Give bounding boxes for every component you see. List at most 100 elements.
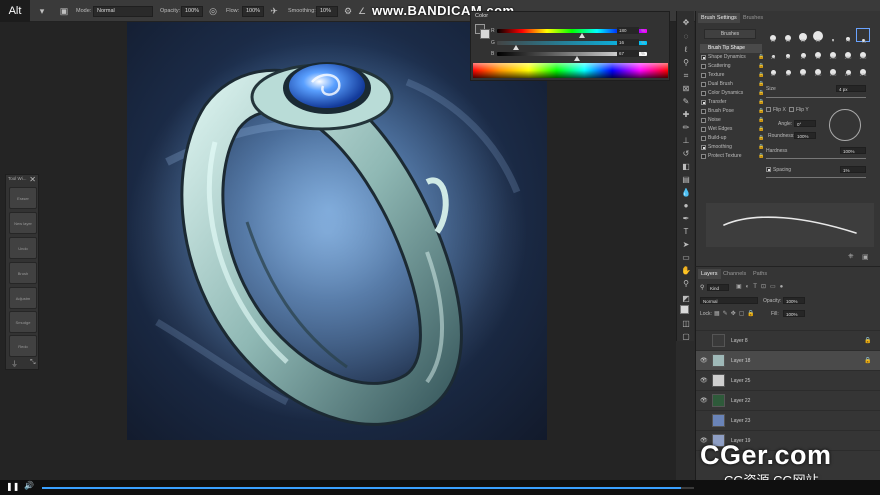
brush-setting-item[interactable]: Wet Edges 🔒 [700,125,764,134]
volume-icon[interactable]: 🔊 [24,481,34,490]
brushes-button[interactable]: Brushes [704,29,756,39]
resize-icon[interactable]: ⤡ [30,359,36,367]
angle-roundness-dial[interactable] [829,109,861,141]
brush-setting-checkbox[interactable] [701,64,706,69]
pressure-opacity-icon[interactable]: ◎ [207,5,219,17]
brush-setting-checkbox[interactable] [701,118,706,123]
screen-mode-icon[interactable]: ▢ [680,331,692,342]
size-field[interactable]: 4 px [836,85,866,92]
brush-tip-preset[interactable]: 100 [811,62,825,77]
brush-tip-preset[interactable]: 127 [841,62,855,77]
brush-settings-toggle-icon[interactable]: ▣ [58,5,70,17]
foreground-color-icon[interactable] [680,305,689,314]
hand-tool-icon[interactable]: ✋ [680,265,692,276]
lock-icon[interactable]: 🔒 [758,62,764,71]
lock-icon[interactable]: 🔒 [758,152,764,161]
slider-value-g[interactable]: 16 [617,39,639,46]
layer-row-partial[interactable] [696,320,880,331]
brush-setting-checkbox[interactable] [701,100,706,105]
brush-tip-preset[interactable]: 60 [796,62,810,77]
float-button-adjustments[interactable]: Adjustm [9,287,37,309]
document-canvas[interactable] [127,22,547,440]
lock-icon[interactable]: 🔒 [758,71,764,80]
slider-value-b[interactable]: 67 [617,50,639,57]
lock-icon[interactable]: 🔒 [758,89,764,98]
visibility-eye-icon[interactable]: 👁 [700,377,708,384]
hardness-field[interactable]: 100% [840,147,866,154]
brush-tip-preset[interactable]: 250 [856,45,870,60]
lock-icon[interactable]: 🔒 [758,107,764,116]
brush-tip-preset[interactable]: 15 [856,28,870,44]
brush-setting-checkbox[interactable] [701,136,706,141]
brush-tool-icon[interactable]: ✏ [680,122,692,133]
pin-icon[interactable]: ⏚ [11,359,18,369]
brush-setting-item[interactable]: Shape Dynamics 🔒 [700,53,764,62]
new-brush-icon[interactable]: ⎈ [848,253,854,261]
brush-tip-preset[interactable]: 25 [781,28,795,43]
brush-setting-item[interactable]: Protect Texture 🔒 [700,152,764,161]
brush-setting-checkbox[interactable] [701,55,706,60]
tab-channels[interactable]: Channels [720,269,749,279]
brush-tip-preset[interactable]: 70 [841,28,855,43]
layer-row[interactable]: 👁 Layer 25 [696,371,880,391]
flip-y-checkbox[interactable] [789,107,794,112]
dodge-tool-icon[interactable]: ● [680,200,692,211]
float-button-smudge[interactable]: Smudge [9,311,37,333]
brush-tip-preset[interactable]: 250 [841,45,855,60]
spacing-field[interactable]: 1% [840,166,866,173]
lock-icon[interactable]: 🔒 [758,134,764,143]
brush-tip-preset[interactable]: 25 [796,45,810,60]
frame-tool-icon[interactable]: ⊠ [680,83,692,94]
brush-setting-item[interactable]: Dual Brush 🔒 [700,80,764,89]
angle-icon[interactable]: ∠ [356,5,368,17]
zoom-tool-icon[interactable]: ⚲ [680,278,692,289]
float-button-brush[interactable]: Brush [9,262,37,284]
brush-tip-preset[interactable]: 50 [781,62,795,77]
clone-stamp-tool-icon[interactable]: ⊥ [680,135,692,146]
lock-icon[interactable]: 🔒 [758,53,764,62]
brush-setting-item[interactable]: Brush Pose 🔒 [700,107,764,116]
type-tool-icon[interactable]: T [680,226,692,237]
crop-tool-icon[interactable]: ⌗ [680,70,692,81]
lock-icon[interactable]: 🔒 [758,80,764,89]
brush-setting-checkbox[interactable] [701,145,706,150]
float-button-new-layer[interactable]: New layer [9,212,37,234]
healing-tool-icon[interactable]: ✚ [680,109,692,120]
float-button-eraser[interactable]: Eraser [9,187,37,209]
marquee-tool-icon[interactable]: ◌ [680,31,692,42]
filter-type-icons[interactable]: ▣◐T⊡▭● [736,283,787,290]
brush-tip-preset[interactable]: 100 [826,62,840,77]
pen-tool-icon[interactable]: ✒ [680,213,692,224]
brush-setting-checkbox[interactable] [701,82,706,87]
lock-icon[interactable]: 🔒 [758,125,764,134]
brush-preset-icon[interactable]: ▾ [36,5,48,17]
brush-setting-checkbox[interactable] [701,154,706,159]
gear-icon[interactable]: ⚙ [342,5,354,17]
brush-tip-preset[interactable]: 25 [796,28,810,43]
visibility-eye-icon[interactable]: 👁 [700,357,708,364]
angle-field[interactable]: 0° [794,120,816,127]
flow-field[interactable]: 100% [242,6,264,17]
eyedropper-tool-icon[interactable]: ✎ [680,96,692,107]
brush-setting-item[interactable]: Transfer 🔒 [700,98,764,107]
rectangle-tool-icon[interactable]: ▭ [680,252,692,263]
layer-row[interactable]: 👁 Layer 22 [696,391,880,411]
tab-layers[interactable]: Layers [698,269,721,279]
brush-tip-preset[interactable]: 50 [766,62,780,77]
quick-select-tool-icon[interactable]: ⚲ [680,57,692,68]
tab-brushes[interactable]: Brushes [740,13,766,23]
visibility-eye-icon[interactable]: 👁 [700,397,708,404]
brush-tip-preset[interactable]: 278 [856,62,870,77]
float-button-undo[interactable]: Undo [9,237,37,259]
kind-filter-dropdown[interactable]: Kind [707,284,729,291]
close-icon[interactable]: ✕ [29,175,36,184]
spacing-checkbox[interactable] [766,167,771,172]
spacing-slider[interactable] [766,177,866,178]
lock-icon[interactable]: 🔒 [758,98,764,107]
slider-thumb-g[interactable] [513,45,520,50]
path-select-tool-icon[interactable]: ➤ [680,239,692,250]
brush-setting-checkbox[interactable] [701,91,706,96]
pause-icon[interactable]: ❚❚ [6,482,19,491]
brush-setting-checkbox[interactable] [701,73,706,78]
background-swatch[interactable] [480,29,490,39]
